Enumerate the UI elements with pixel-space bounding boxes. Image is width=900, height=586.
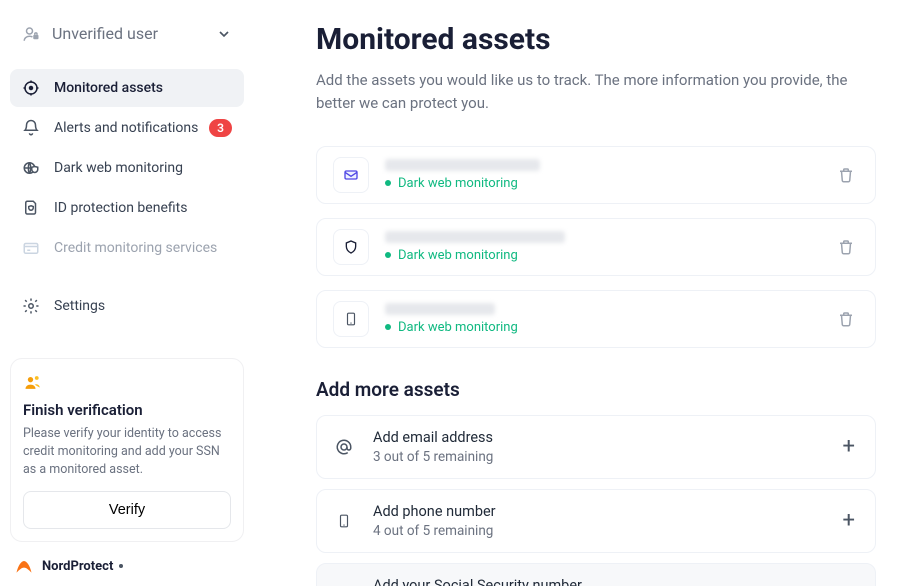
add-more-heading: Add more assets (316, 378, 876, 401)
sidebar-item-monitored-assets[interactable]: Monitored assets (10, 69, 244, 107)
phone-icon (333, 301, 369, 337)
sidebar-item-alerts[interactable]: Alerts and notifications 3 (10, 109, 244, 147)
asset-row: Dark web monitoring (316, 290, 876, 348)
brand-logo-icon (14, 556, 34, 576)
asset-status: Dark web monitoring (385, 320, 833, 335)
phone-icon (333, 512, 355, 530)
nav-label: Credit monitoring services (54, 240, 217, 256)
page-subtitle: Add the assets you would like us to trac… (316, 69, 856, 116)
user-lock-icon (22, 25, 40, 43)
sidebar-item-darkweb[interactable]: Dark web monitoring (10, 149, 244, 187)
asset-status: Dark web monitoring (385, 176, 833, 191)
nav-label: Alerts and notifications (54, 120, 198, 136)
verify-button[interactable]: Verify (23, 491, 231, 529)
email-icon (333, 157, 369, 193)
brand: NordProtect (10, 556, 244, 576)
page-title: Monitored assets (316, 22, 876, 57)
sidebar-item-benefits[interactable]: ID protection benefits (10, 189, 244, 227)
add-title: Add email address (373, 429, 839, 446)
asset-status: Dark web monitoring (385, 248, 833, 263)
delete-button[interactable] (833, 306, 859, 332)
nav-label: Settings (54, 298, 105, 314)
add-ssn-row: Add your Social Security number Please v… (316, 563, 876, 586)
user-label: Unverified user (52, 24, 158, 43)
delete-button[interactable] (833, 234, 859, 260)
target-icon (22, 79, 40, 97)
at-icon (333, 438, 355, 456)
verify-card: Finish verification Please verify your i… (10, 358, 244, 542)
user-selector[interactable]: Unverified user (10, 16, 244, 51)
asset-row: Dark web monitoring (316, 146, 876, 204)
verify-title: Finish verification (23, 401, 231, 419)
add-sub: 3 out of 5 remaining (373, 449, 839, 465)
document-shield-icon (22, 199, 40, 217)
add-sub: 4 out of 5 remaining (373, 523, 839, 539)
nav-label: Monitored assets (54, 80, 163, 96)
add-email-row[interactable]: Add email address 3 out of 5 remaining + (316, 415, 876, 479)
add-title: Add your Social Security number (373, 577, 859, 586)
sidebar-item-settings[interactable]: Settings (10, 287, 244, 325)
chevron-down-icon (216, 26, 232, 42)
brand-name: NordProtect (42, 559, 113, 574)
delete-button[interactable] (833, 162, 859, 188)
credit-card-icon (22, 239, 40, 257)
verify-body: Please verify your identity to access cr… (23, 425, 231, 479)
asset-row: Dark web monitoring (316, 218, 876, 276)
redacted-value (385, 303, 495, 315)
gear-icon (22, 297, 40, 315)
redacted-value (385, 231, 565, 243)
plus-icon: + (839, 434, 859, 459)
brand-dot-icon (119, 564, 123, 568)
nav-label: ID protection benefits (54, 200, 187, 216)
redacted-value (385, 159, 540, 171)
globe-shield-icon (22, 159, 40, 177)
shield-icon (333, 229, 369, 265)
alerts-badge: 3 (209, 119, 232, 137)
plus-icon: + (839, 508, 859, 533)
add-title: Add phone number (373, 503, 839, 520)
people-icon (23, 373, 43, 393)
bell-icon (22, 119, 40, 137)
sidebar-item-credit[interactable]: Credit monitoring services (10, 229, 244, 267)
nav-label: Dark web monitoring (54, 160, 183, 176)
add-phone-row[interactable]: Add phone number 4 out of 5 remaining + (316, 489, 876, 553)
